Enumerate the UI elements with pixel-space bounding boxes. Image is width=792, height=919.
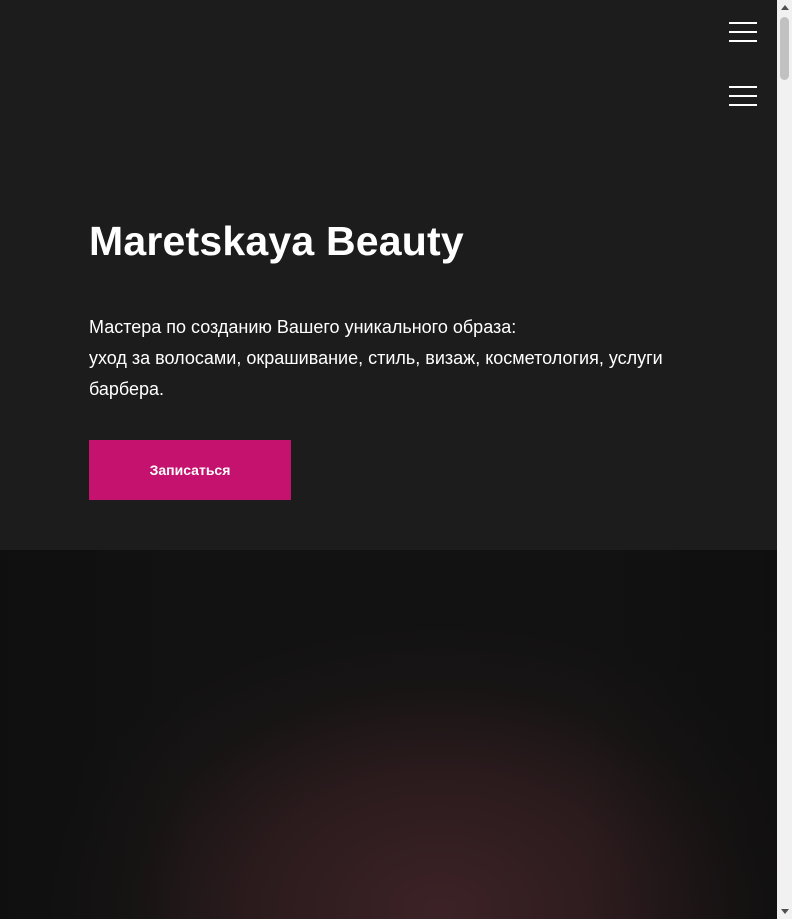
scrollbar-thumb[interactable] [780, 17, 789, 80]
hero-background-image [0, 550, 777, 919]
page-title: Maretskaya Beauty [89, 218, 464, 264]
hero-description: Мастера по созданию Вашего уникального о… [89, 312, 689, 405]
hero-description-line-1: Мастера по созданию Вашего уникального о… [89, 317, 517, 337]
scroll-up-arrow-icon[interactable] [781, 5, 789, 10]
hamburger-menu-icon[interactable] [729, 86, 757, 106]
hero-description-line-2: уход за волосами, окрашивание, стиль, ви… [89, 348, 663, 399]
hamburger-menu-icon[interactable] [729, 22, 757, 42]
page-viewport: Maretskaya Beauty Мастера по созданию Ва… [0, 0, 777, 919]
book-appointment-button[interactable]: Записаться [89, 440, 291, 500]
vertical-scrollbar[interactable] [777, 0, 792, 919]
scroll-down-arrow-icon[interactable] [781, 909, 789, 914]
hero-section: Maretskaya Beauty Мастера по созданию Ва… [0, 0, 777, 550]
